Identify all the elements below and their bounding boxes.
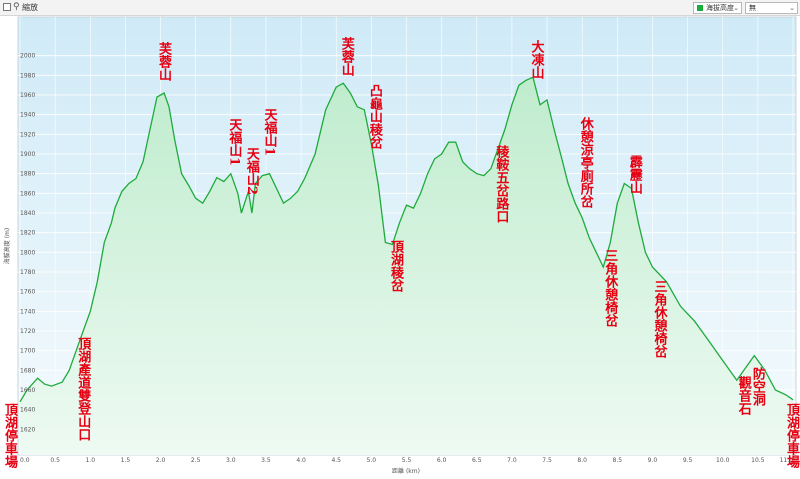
y-tick-label: 1940 — [20, 112, 35, 119]
series-select-value: 海拔高度 — [706, 4, 734, 12]
waypoint-label: 芙蓉山 — [156, 42, 172, 82]
series-select[interactable]: 海拔高度 ⌄ — [693, 2, 742, 14]
y-tick-label: 1860 — [20, 190, 35, 197]
waypoint-label: 天福山1 — [226, 117, 242, 166]
waypoint-label: 三角休憩椅岔 — [602, 248, 618, 327]
waypoint-label: 頂湖稜岔 — [387, 239, 403, 292]
x-tick-label: 6.5 — [472, 457, 482, 464]
y-tick-label: 1920 — [20, 131, 35, 138]
x-tick-label: 5.5 — [402, 457, 412, 464]
waypoint-label: 天福山1 — [261, 107, 277, 156]
x-tick-label: 0.5 — [50, 457, 60, 464]
y-tick-label: 1900 — [20, 151, 35, 158]
y-tick-label: 1640 — [20, 407, 35, 414]
x-tick-label: 0.0 — [20, 457, 30, 464]
chevron-down-icon: ⌄ — [733, 4, 739, 12]
y-tick-label: 1840 — [20, 210, 35, 217]
extra-select[interactable]: 無 ⌄ — [745, 2, 798, 14]
x-tick-label: 8.5 — [613, 457, 623, 464]
y-tick-label: 1720 — [20, 328, 35, 335]
x-tick-label: 4.0 — [296, 457, 306, 464]
y-tick-label: 2000 — [20, 53, 35, 60]
y-tick-label: 1700 — [20, 348, 35, 355]
x-axis-ticks: 0.0 0.5 1.0 1.5 2.0 2.5 3.0 3.5 4.0 4.5 5.0 5.5 6.0 6… — [20, 457, 793, 464]
y-tick-label: 1620 — [20, 426, 35, 433]
series-color-swatch — [697, 5, 703, 11]
y-tick-label: 1880 — [20, 171, 35, 178]
waypoint-label: 觀音石 — [735, 376, 751, 416]
x-tick-label: 2.5 — [191, 457, 201, 464]
zoom-label: 縮放 — [22, 3, 38, 12]
y-axis-label: 海拔高度 (m) — [3, 228, 11, 264]
x-tick-label: 3.5 — [261, 457, 271, 464]
y-tick-label: 1660 — [20, 387, 35, 394]
waypoint-label: 防空洞 — [749, 366, 765, 406]
waypoint-label: 凸龜山稜岔 — [366, 83, 382, 149]
y-tick-label: 1740 — [20, 308, 35, 315]
x-tick-label: 9.0 — [648, 457, 658, 464]
x-tick-label: 5.0 — [367, 457, 377, 464]
magnifier-icon: ⚲ — [13, 2, 20, 12]
toolbar: ⚲ 縮放 海拔高度 ⌄ 無 ⌄ — [0, 0, 800, 16]
x-axis-label: 距離 (km) — [392, 467, 420, 475]
x-tick-label: 1.0 — [85, 457, 95, 464]
waypoint-label: 頂湖產道雙登山口 — [75, 337, 91, 441]
extra-select-value: 無 — [749, 4, 756, 12]
x-tick-label: 2.0 — [156, 457, 166, 464]
x-tick-label: 9.5 — [683, 457, 693, 464]
waypoint-label: 三角休憩椅岔 — [651, 280, 667, 359]
waypoint-label: 稜鞍五岔路口 — [493, 145, 509, 224]
y-tick-label: 1980 — [20, 72, 35, 79]
waypoint-label: 頂湖停車場 — [2, 403, 17, 468]
y-tick-label: 1960 — [20, 92, 35, 99]
x-tick-label: 3.0 — [226, 457, 236, 464]
waypoint-label: 芙蓉山 — [338, 37, 354, 77]
x-tick-label: 7.5 — [542, 457, 552, 464]
y-tick-label: 1800 — [20, 249, 35, 256]
y-tick-label: 1820 — [20, 230, 35, 237]
x-tick-label: 4.5 — [331, 457, 341, 464]
waypoint-label: 休憩涼亭廁所岔 — [577, 116, 593, 208]
x-tick-label: 7.0 — [507, 457, 517, 464]
x-tick-label: 8.0 — [577, 457, 587, 464]
x-tick-label: 10.0 — [716, 457, 730, 464]
y-tick-label: 1760 — [20, 289, 35, 296]
x-tick-label: 10.5 — [751, 457, 765, 464]
x-tick-label: 6.0 — [437, 457, 447, 464]
zoom-checkbox[interactable] — [3, 3, 11, 11]
waypoint-label: 天福山2 — [243, 147, 259, 196]
waypoint-label: 大凍山 — [528, 40, 544, 80]
y-tick-label: 1680 — [20, 367, 35, 374]
x-tick-label: 1.5 — [121, 457, 131, 464]
y-tick-label: 1780 — [20, 269, 35, 276]
waypoint-label: 頂湖停車場 — [784, 403, 799, 468]
waypoint-label: 霹靂山 — [626, 154, 642, 194]
chevron-down-icon: ⌄ — [789, 4, 795, 12]
